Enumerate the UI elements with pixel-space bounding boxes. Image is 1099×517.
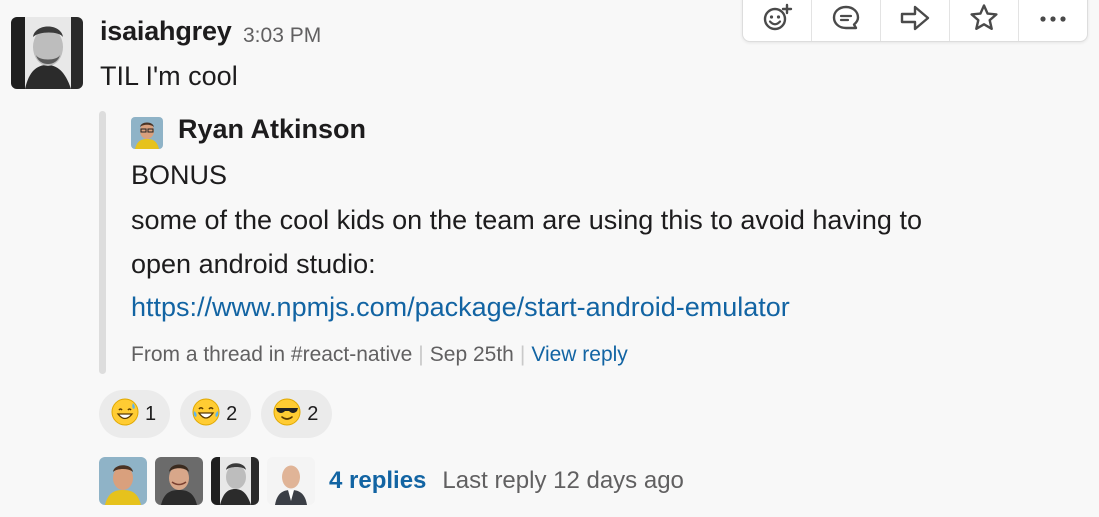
reaction-count: 2 (307, 402, 319, 425)
reaction-pill[interactable]: 2 (261, 390, 333, 438)
quote-meta: From a thread in #react-native | Sep 25t… (131, 343, 628, 367)
sender-avatar[interactable] (11, 17, 83, 89)
add-reaction-icon (761, 2, 793, 39)
quote-link[interactable]: https://www.npmjs.com/package/start-andr… (131, 292, 790, 322)
quote-date[interactable]: Sep 25th (430, 343, 514, 367)
quote-bar (99, 111, 106, 374)
last-reply-text: Last reply 12 days ago (442, 467, 684, 494)
reactions-bar: 1 2 2 (99, 390, 333, 438)
quote-line: some of the cool kids on the team are us… (131, 205, 922, 235)
message-text: TIL I'm cool (100, 61, 238, 91)
more-actions-icon (1036, 2, 1070, 39)
replier-avatar[interactable] (211, 457, 259, 505)
replier-avatar[interactable] (155, 457, 203, 505)
reaction-count: 1 (145, 402, 157, 425)
replier-avatar[interactable] (267, 457, 315, 505)
thread-replies-row: 4 replies Last reply 12 days ago (99, 457, 684, 505)
message-actions-toolbar (742, 0, 1088, 42)
tears-of-joy-emoji (192, 398, 220, 431)
quote-line: BONUS (131, 160, 228, 190)
reply-thread-button[interactable] (812, 0, 881, 41)
meta-divider: | (519, 343, 526, 366)
reply-count-link[interactable]: 4 replies (329, 467, 426, 495)
reaction-pill[interactable]: 1 (99, 390, 171, 438)
star-icon (968, 2, 1000, 39)
sender-name[interactable]: isaiahgrey (100, 16, 232, 47)
replier-avatar[interactable] (99, 457, 147, 505)
view-reply-link[interactable]: View reply (531, 343, 628, 367)
add-reaction-button[interactable] (743, 0, 812, 41)
thread-source[interactable]: From a thread in #react-native (131, 343, 412, 367)
sunglasses-emoji (273, 398, 301, 431)
reply-thread-icon (830, 2, 862, 39)
meta-divider: | (418, 343, 424, 366)
grinning-sweat-emoji (111, 398, 139, 431)
share-message-button[interactable] (881, 0, 950, 41)
quote-author-name[interactable]: Ryan Atkinson (178, 114, 366, 145)
message-timestamp[interactable]: 3:03 PM (243, 24, 321, 48)
share-message-icon (898, 2, 932, 39)
quote-line: open android studio: (131, 249, 376, 279)
reaction-pill[interactable]: 2 (180, 390, 252, 438)
quote-author-avatar[interactable] (131, 117, 163, 149)
save-star-button[interactable] (950, 0, 1019, 41)
more-actions-button[interactable] (1019, 0, 1087, 41)
reaction-count: 2 (226, 402, 238, 425)
